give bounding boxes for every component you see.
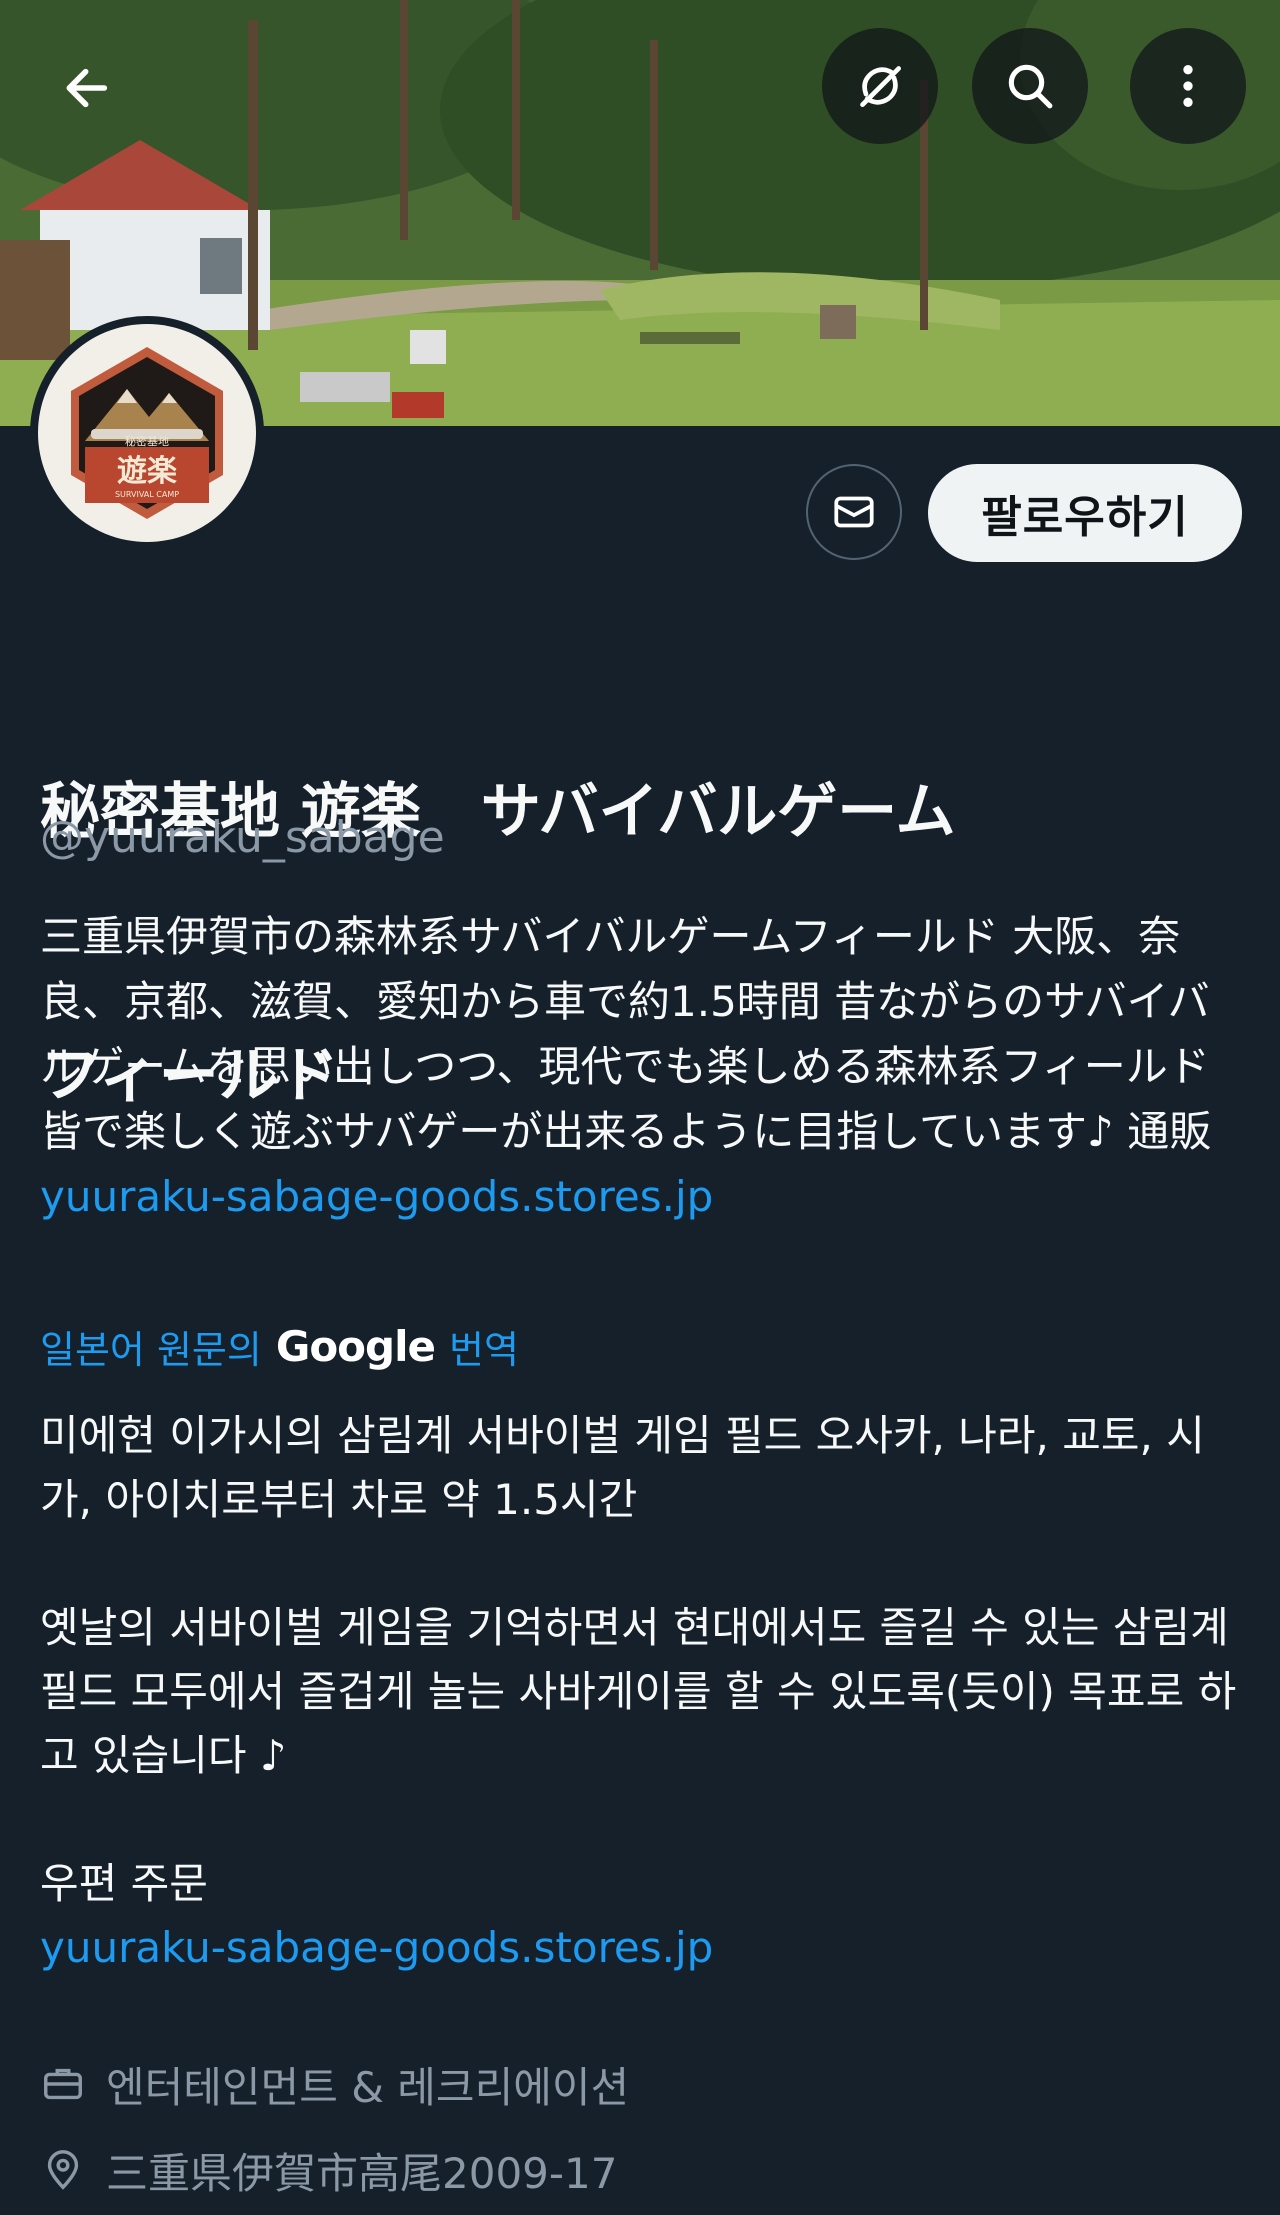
- profile-bio: 三重県伊賀市の森林系サバイバルゲームフィールド 大阪、奈良、京都、滋賀、愛知から…: [40, 904, 1250, 1229]
- translated-paragraph: 우편 주문: [40, 1859, 208, 1908]
- bio-text: 三重県伊賀市の森林系サバイバルゲームフィールド 大阪、奈良、京都、滋賀、愛知から…: [40, 912, 1212, 1156]
- no-repost-icon: [860, 66, 901, 107]
- profile-handle: @yuuraku_sabage: [40, 812, 445, 863]
- avatar-logo-image: 秘密基地 遊楽 SURVIVAL CAMP: [71, 347, 223, 519]
- search-button[interactable]: [972, 28, 1088, 144]
- translation-bar: 일본어 원문의 Google 번역: [40, 1316, 519, 1376]
- profile-category: 엔터테인먼트 & 레크리에이션: [40, 2054, 629, 2114]
- mail-icon: [834, 496, 874, 528]
- more-button[interactable]: [1130, 28, 1246, 144]
- profile-screen: 秘密基地 遊楽 SURVIVAL CAMP 팔로우하기 秘密基地 遊楽 サバイバ…: [0, 0, 1280, 2215]
- back-button[interactable]: [30, 30, 146, 146]
- briefcase-icon: [44, 2068, 82, 2100]
- translated-bio: 미에현 이가시의 삼림계 서바이벌 게임 필드 오사카, 나라, 교토, 시가,…: [40, 1404, 1240, 1980]
- location-label: 三重県伊賀市高尾2009-17: [106, 2148, 618, 2198]
- bio-link[interactable]: yuuraku-sabage-goods.stores.jp: [40, 1172, 713, 1221]
- no-repost-button[interactable]: [822, 28, 938, 144]
- translated-paragraph: [40, 1788, 1240, 1852]
- location-pin-icon: [47, 2150, 79, 2190]
- avatar-logo: 秘密基地 遊楽 SURVIVAL CAMP: [38, 324, 256, 542]
- translation-source-label: 일본어 원문의: [40, 1327, 262, 1372]
- more-vertical-icon: [1183, 65, 1193, 107]
- profile-location: 三重県伊賀市高尾2009-17: [40, 2140, 618, 2200]
- arrow-left-icon: [66, 68, 108, 108]
- svg-text:SURVIVAL CAMP: SURVIVAL CAMP: [115, 490, 179, 499]
- svg-text:遊楽: 遊楽: [117, 454, 177, 489]
- google-logo: Google: [275, 1321, 436, 1371]
- translated-link[interactable]: yuuraku-sabage-goods.stores.jp: [40, 1916, 1240, 1980]
- avatar[interactable]: 秘密基地 遊楽 SURVIVAL CAMP: [30, 316, 264, 550]
- translate-button[interactable]: 번역: [449, 1319, 519, 1374]
- search-icon: [1008, 64, 1053, 109]
- translated-paragraph: 미에현 이가시의 삼림계 서바이벌 게임 필드 오사카, 나라, 교토, 시가,…: [40, 1411, 1205, 1524]
- message-button[interactable]: [806, 464, 902, 560]
- follow-button[interactable]: 팔로우하기: [928, 464, 1242, 562]
- svg-text:秘密基地: 秘密基地: [125, 434, 169, 448]
- category-label: 엔터테인먼트 & 레크리에이션: [106, 2062, 630, 2112]
- translated-paragraph: 옛날의 서바이벌 게임을 기억하면서 현대에서도 즐길 수 있는 삼림계 필드 …: [40, 1603, 1237, 1780]
- translated-paragraph: [40, 1532, 1240, 1596]
